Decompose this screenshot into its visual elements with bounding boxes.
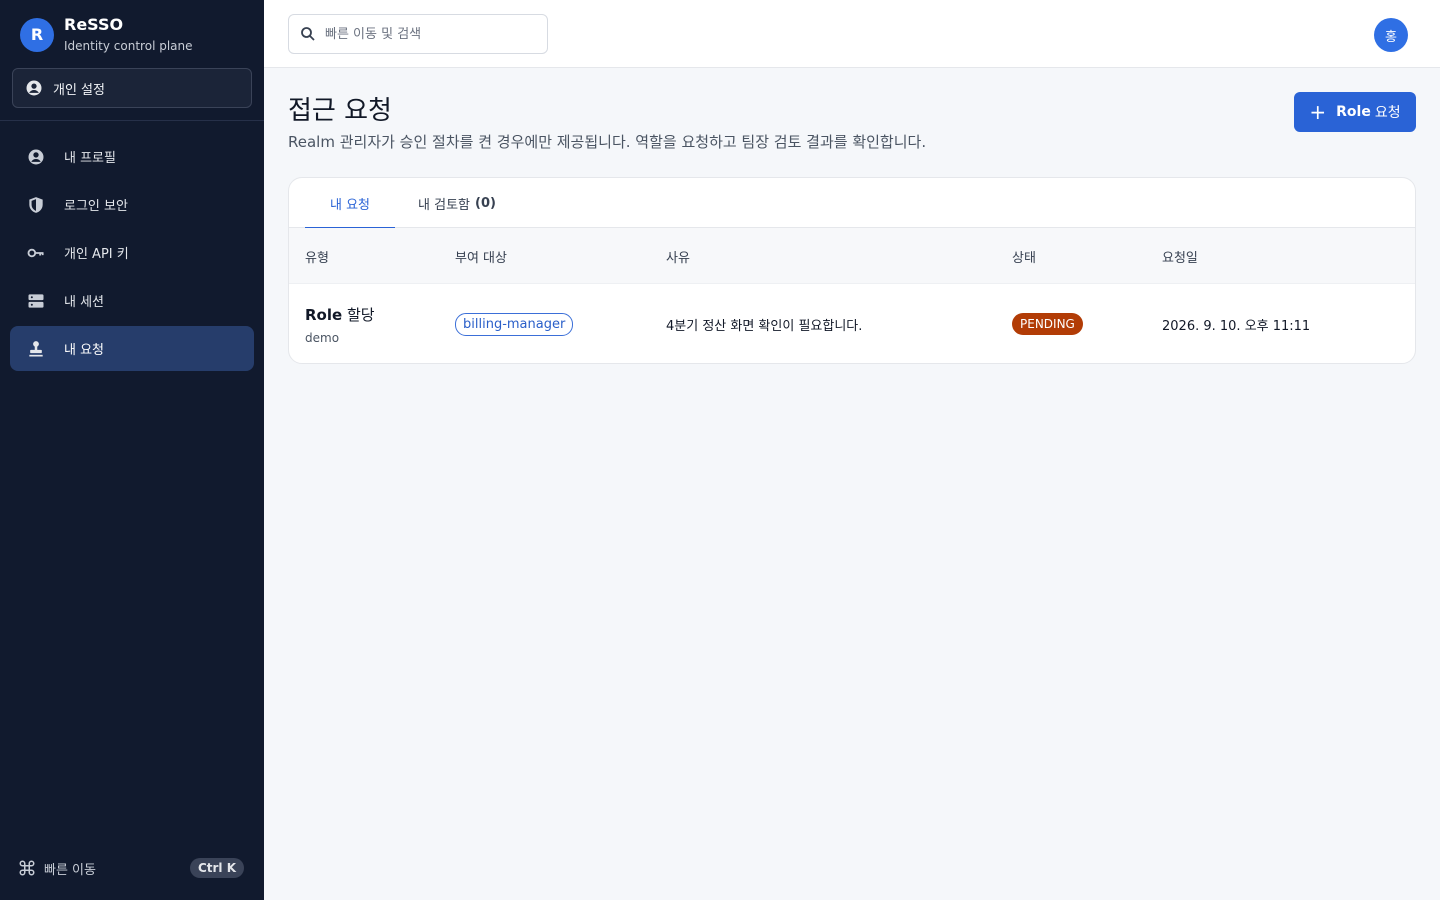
quick-jump[interactable]: 빠른 이동 Ctrl K <box>18 858 244 878</box>
shortcut-badge: Ctrl K <box>189 858 244 878</box>
sidebar-item-label: 로그인 보안 <box>64 199 128 214</box>
cell-type: Role 할당 demo <box>305 284 375 363</box>
context-label: 개인 설정 <box>53 82 105 98</box>
brand-name: ReSSO <box>64 15 124 34</box>
sidebar-item-login-security[interactable]: 로그인 보안 <box>10 182 254 227</box>
tab-my-requests[interactable]: 내 요청 <box>305 178 395 229</box>
sidebar-item-label: 내 세션 <box>64 295 105 310</box>
sidebar-divider <box>0 120 264 121</box>
table-row[interactable]: Role 할당 demo billing-manager 4분기 정산 화면 확… <box>289 284 1415 363</box>
quick-jump-label: 빠른 이동 <box>44 862 96 878</box>
column-header-type[interactable]: 유형 <box>305 228 329 284</box>
sidebar: R ReSSO Identity control plane 개인 설정 내 프… <box>0 0 264 900</box>
request-type-action: 할당 <box>346 305 375 324</box>
tab-label: 내 검토함 <box>418 197 471 213</box>
stamp-icon <box>26 339 46 359</box>
brand[interactable]: R ReSSO Identity control plane <box>20 16 193 53</box>
request-realm: demo <box>305 330 340 345</box>
cell-date: 2026. 9. 10. 오후 11:11 <box>1162 318 1311 334</box>
sidebar-item-api-keys[interactable]: 개인 API 키 <box>10 230 254 275</box>
tab-count: (0) <box>475 195 496 211</box>
user-circle-icon <box>26 147 46 167</box>
sidebar-nav: 내 프로필 로그인 보안 개인 API 키 내 세션 내 요청 <box>10 134 254 374</box>
cell-status: PENDING <box>1012 284 1083 363</box>
requests-card: 내 요청 내 검토함 (0) 유형 부여 대상 사유 상태 요청일 Role 할… <box>288 177 1416 364</box>
tab-label: 내 요청 <box>329 197 370 213</box>
key-icon <box>26 243 46 263</box>
sidebar-item-label: 내 프로필 <box>64 151 116 166</box>
user-circle-icon <box>25 79 43 97</box>
page-title: 접근 요청 <box>288 96 392 126</box>
brand-text: ReSSO Identity control plane <box>64 15 193 54</box>
search-box[interactable] <box>288 14 548 54</box>
button-label-bold: Role <box>1336 104 1371 120</box>
command-icon <box>18 859 36 877</box>
brand-subtitle: Identity control plane <box>64 39 193 53</box>
request-type: Role 할당 <box>305 304 375 325</box>
tab-bar: 내 요청 내 검토함 (0) <box>289 178 1415 229</box>
topbar: 홍 <box>264 0 1440 68</box>
sidebar-item-label: 개인 API 키 <box>64 247 129 262</box>
sidebar-item-profile[interactable]: 내 프로필 <box>10 134 254 179</box>
column-header-target[interactable]: 부여 대상 <box>455 228 507 284</box>
user-avatar[interactable]: 홍 <box>1374 18 1408 52</box>
role-chip: billing-manager <box>455 312 574 336</box>
shield-icon <box>26 195 46 215</box>
search-input[interactable] <box>325 26 535 42</box>
cell-reason: 4분기 정산 화면 확인이 필요합니다. <box>666 318 863 334</box>
column-header-status[interactable]: 상태 <box>1012 228 1036 284</box>
sidebar-item-label: 내 요청 <box>64 343 105 358</box>
cell-target: billing-manager <box>455 284 574 363</box>
request-role-button[interactable]: + Role 요청 <box>1294 92 1416 132</box>
status-badge: PENDING <box>1012 313 1083 335</box>
page-description: Realm 관리자가 승인 절차를 켠 경우에만 제공됩니다. 역할을 요청하고… <box>288 133 927 151</box>
sidebar-item-my-requests[interactable]: 내 요청 <box>10 326 254 371</box>
context-selector[interactable]: 개인 설정 <box>12 68 252 108</box>
column-header-reason[interactable]: 사유 <box>666 228 690 284</box>
plus-icon: + <box>1309 100 1327 124</box>
server-icon <box>26 291 46 311</box>
brand-logo: R <box>20 17 54 52</box>
column-header-date[interactable]: 요청일 <box>1162 228 1198 284</box>
request-type-kind: Role <box>305 305 343 324</box>
tab-my-reviews[interactable]: 내 검토함 (0) <box>409 178 505 228</box>
button-label-rest: 요청 <box>1374 105 1401 121</box>
table-header: 유형 부여 대상 사유 상태 요청일 <box>289 228 1415 284</box>
sidebar-item-sessions[interactable]: 내 세션 <box>10 278 254 323</box>
search-icon <box>299 25 317 43</box>
